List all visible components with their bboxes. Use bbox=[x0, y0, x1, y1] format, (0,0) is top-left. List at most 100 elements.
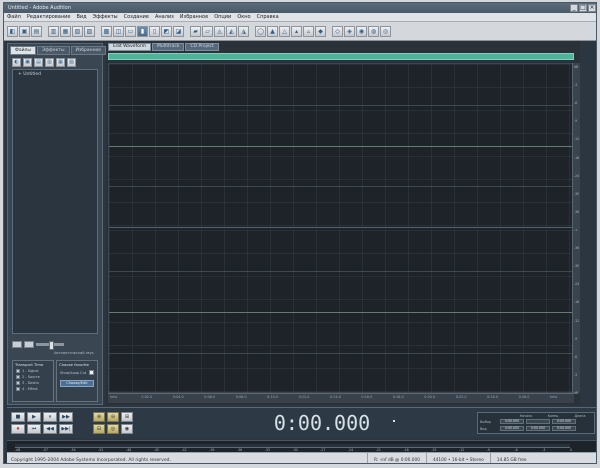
selection-length-field[interactable]: 0:00.000 bbox=[552, 419, 576, 424]
channel-checkbox[interactable] bbox=[16, 387, 20, 391]
channel-checkbox[interactable] bbox=[16, 375, 20, 379]
toolbar-button[interactable]: ◬ bbox=[214, 25, 225, 37]
tab-favorites[interactable]: Избранное bbox=[70, 46, 107, 55]
amplitude-tick-label: -6 bbox=[574, 101, 578, 106]
loop-cut-checkbox[interactable] bbox=[89, 370, 94, 375]
toolbar-button[interactable]: ◪ bbox=[173, 25, 184, 37]
zoom-right-icon[interactable]: ◉ bbox=[121, 424, 133, 434]
menu-window[interactable]: Окно bbox=[237, 14, 250, 20]
amplitude-tick-label: -9 bbox=[574, 119, 578, 124]
toolbar-button[interactable]: ▩ bbox=[101, 25, 112, 37]
go-to-beginning-button[interactable]: ⏮ bbox=[27, 424, 41, 434]
toolbar-button[interactable]: ◈ bbox=[344, 25, 355, 37]
toolbar-button[interactable]: ▵ bbox=[303, 25, 314, 37]
amplitude-tick-label: -12 bbox=[574, 137, 580, 142]
toolbar-button[interactable]: ◯ bbox=[255, 25, 266, 37]
channel-checkbox[interactable] bbox=[16, 381, 20, 385]
toolbar-button[interactable]: ▮ bbox=[137, 25, 148, 37]
toolbar-button[interactable]: ▨ bbox=[84, 25, 95, 37]
amplitude-scale: dB -3 -6 -9 -12 -18 -24 -30 -36 -∞ -36 -30 -24 -18 -12… bbox=[572, 63, 580, 395]
toolbar-button[interactable]: ▴ bbox=[291, 25, 302, 37]
record-button[interactable]: ⏺ bbox=[11, 424, 25, 434]
favorites-title: Choose favorite bbox=[59, 362, 89, 367]
tab-edit-waveform[interactable]: Edit Waveform bbox=[108, 43, 151, 51]
waveform-overview-bar[interactable] bbox=[108, 53, 574, 60]
panel-control-button[interactable] bbox=[12, 340, 22, 348]
stop-button[interactable]: ■ bbox=[11, 412, 25, 422]
toolbar-button[interactable]: ▰ bbox=[190, 25, 201, 37]
toolbar-button[interactable]: ◉ bbox=[356, 25, 367, 37]
zoom-left-icon[interactable]: ◎ bbox=[107, 424, 119, 434]
open-file-icon[interactable]: ◐ bbox=[12, 58, 21, 67]
menu-effects[interactable]: Эффекты bbox=[93, 14, 118, 20]
menu-generate[interactable]: Создание bbox=[124, 14, 149, 20]
right-channel-track[interactable] bbox=[109, 230, 573, 394]
menu-file[interactable]: Файл bbox=[7, 14, 21, 20]
toolbar-button[interactable]: ▦ bbox=[60, 25, 71, 37]
zoom-out-icon[interactable]: ⊖ bbox=[107, 412, 119, 422]
zoom-selection-icon[interactable]: ⊟ bbox=[93, 424, 105, 434]
channel-row[interactable]: 4 - Effect bbox=[13, 386, 53, 392]
close-button[interactable]: × bbox=[588, 4, 596, 12]
minimize-button[interactable]: _ bbox=[570, 4, 578, 12]
toolbar-button[interactable]: ◭ bbox=[226, 25, 237, 37]
toolbar-button[interactable]: △ bbox=[279, 25, 290, 37]
options-icon[interactable]: ▧ bbox=[67, 58, 76, 67]
view-begin-field[interactable]: 0:00.000 bbox=[500, 426, 524, 431]
view-end-field[interactable]: 0:00.000 bbox=[526, 426, 550, 431]
import-icon[interactable]: ▣ bbox=[23, 58, 32, 67]
play-to-end-button[interactable]: ▶▶ bbox=[59, 412, 73, 422]
toolbar-button[interactable]: ◇ bbox=[332, 25, 343, 37]
menu-analyze[interactable]: Анализ bbox=[155, 14, 174, 20]
toolbar-button[interactable]: ▧ bbox=[72, 25, 83, 37]
auto-play-slider[interactable] bbox=[36, 340, 64, 350]
toolbar-button[interactable]: ▤ bbox=[31, 25, 42, 37]
tab-cd-project[interactable]: CD Project bbox=[185, 43, 219, 51]
channel-checkbox[interactable] bbox=[16, 369, 20, 373]
close-file-icon[interactable]: ▤ bbox=[34, 58, 43, 67]
toolbar-button[interactable]: ◍ bbox=[368, 25, 379, 37]
amplitude-tick-label: -6 bbox=[574, 354, 578, 359]
time-ruler[interactable]: hms 0:02.0 0:04.0 0:06.0 0:08.0 0:10.0 0:12.0 0… bbox=[108, 393, 574, 403]
choose-edit-button[interactable]: Choose/Edit bbox=[60, 380, 94, 387]
fast-forward-button[interactable]: ▶▶| bbox=[59, 424, 73, 434]
menu-favorites[interactable]: Избранное bbox=[180, 14, 208, 20]
insert-icon[interactable]: ▥ bbox=[45, 58, 54, 67]
menu-view[interactable]: Вид bbox=[76, 14, 86, 20]
toolbar-button[interactable]: ▣ bbox=[19, 25, 30, 37]
toolbar-button[interactable]: ◩ bbox=[161, 25, 172, 37]
toolbar-button[interactable]: ▱ bbox=[202, 25, 213, 37]
toolbar-button[interactable]: ◧ bbox=[7, 25, 18, 37]
play-button[interactable]: ▶ bbox=[27, 412, 41, 422]
zoom-in-icon[interactable]: ⊕ bbox=[93, 412, 105, 422]
toolbar-button[interactable]: ▥ bbox=[48, 25, 59, 37]
selection-begin-field[interactable]: 0:00.000 bbox=[500, 419, 524, 424]
toolbar-button[interactable]: ▯ bbox=[149, 25, 160, 37]
toolbar-button[interactable]: ◆ bbox=[315, 25, 326, 37]
edit-file-icon[interactable]: ▦ bbox=[56, 58, 65, 67]
toolbar-button[interactable]: ▲ bbox=[267, 25, 278, 37]
toolbar-button[interactable]: ◎ bbox=[380, 25, 391, 37]
time-tick-label: 0:04.0 bbox=[172, 395, 184, 399]
tab-effects[interactable]: Эффекты bbox=[37, 46, 70, 55]
left-channel-track[interactable] bbox=[109, 64, 573, 228]
loop-cut-row[interactable]: Show/Loop Cut bbox=[57, 368, 97, 377]
toolbar-button[interactable]: ◫ bbox=[113, 25, 124, 37]
view-length-field[interactable]: 0:00.000 bbox=[552, 426, 576, 431]
menu-edit[interactable]: Редактирование bbox=[27, 14, 71, 20]
maximize-button[interactable]: □ bbox=[579, 4, 587, 12]
tab-files[interactable]: Файлы bbox=[10, 46, 36, 55]
zoom-full-icon[interactable]: ⊞ bbox=[121, 412, 133, 422]
waveform-display[interactable] bbox=[108, 63, 574, 394]
pause-button[interactable]: ⏸ bbox=[43, 412, 57, 422]
file-list[interactable]: + Untitled bbox=[12, 69, 98, 334]
tab-multitrack[interactable]: Multitrack bbox=[152, 43, 185, 51]
toolbar-button[interactable]: ◮ bbox=[238, 25, 249, 37]
selection-end-field[interactable] bbox=[526, 419, 550, 424]
menu-help[interactable]: Справка bbox=[257, 14, 279, 20]
toolbar-button[interactable]: ▭ bbox=[125, 25, 136, 37]
rewind-button[interactable]: ◀◀ bbox=[43, 424, 57, 434]
menu-options[interactable]: Опции bbox=[214, 14, 231, 20]
panel-control-button[interactable] bbox=[24, 340, 34, 348]
file-item[interactable]: + Untitled bbox=[13, 70, 97, 79]
